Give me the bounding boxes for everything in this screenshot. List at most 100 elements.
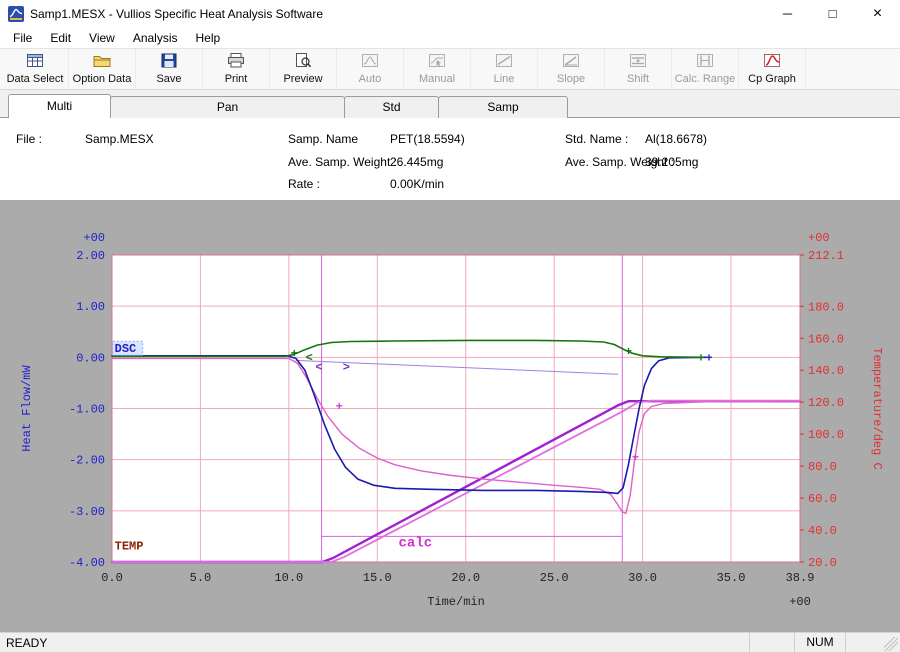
x-axis-tick-label: 5.0: [190, 571, 212, 585]
toolbar-button-label: Shift: [627, 73, 649, 85]
right-axis-tick-label: 140.0: [808, 364, 844, 378]
shift-icon: [627, 52, 649, 72]
maximize-button[interactable]: □: [810, 0, 855, 28]
line-icon: [493, 52, 515, 72]
window-title: Samp1.MESX - Vullios Specific Heat Analy…: [30, 0, 323, 28]
left-axis-tick-label: -2.00: [69, 454, 105, 468]
right-axis-tick-label: 60.0: [808, 492, 837, 506]
right-axis-exponent: +00: [808, 231, 830, 245]
status-num-indicator: NUM: [794, 633, 845, 652]
toolbar-button-preview[interactable]: Preview: [270, 49, 337, 89]
tab-strip: Multi Pan Std Samp: [8, 94, 567, 118]
rate-label: Rate :: [288, 177, 320, 191]
status-cell-empty-1: [749, 633, 794, 652]
menu-view[interactable]: View: [80, 29, 124, 47]
left-axis-tick-label: -4.00: [69, 556, 105, 570]
status-ready-text: READY: [0, 636, 749, 650]
toolbar-button-label: Option Data: [73, 73, 132, 85]
x-axis-tick-label: 25.0: [540, 571, 569, 585]
toolbar-button-calc-range: Calc. Range: [672, 49, 739, 89]
curve-label-calc: calc: [399, 536, 433, 552]
curve-label-dsc[interactable]: DSC: [115, 342, 137, 356]
calc-range-icon: [694, 52, 716, 72]
right-axis-tick-label: 212.1: [808, 249, 844, 263]
toolbar-button-save[interactable]: Save: [136, 49, 203, 89]
right-axis-tick-label: 40.0: [808, 524, 837, 538]
left-axis-tick-label: 1.00: [76, 300, 105, 314]
info-panel: File : Samp.MESX Samp. Name PET(18.5594)…: [0, 117, 900, 200]
cursor-marker[interactable]: +: [697, 351, 704, 365]
toolbar-button-auto: Auto: [337, 49, 404, 89]
samp-name-value: PET(18.5594): [390, 132, 465, 146]
x-axis-title: Time/min: [427, 595, 485, 609]
left-axis-tick-label: -3.00: [69, 505, 105, 519]
right-axis-tick-label: 160.0: [808, 332, 844, 346]
preview-magnifier-icon: [292, 52, 314, 72]
cursor-marker[interactable]: +: [705, 351, 712, 365]
chart-region: +<<>+++++DSCTEMPcalc2.001.000.00-1.00-2.…: [0, 200, 900, 632]
toolbar-button-line: Line: [471, 49, 538, 89]
toolbar-button-label: Calc. Range: [675, 73, 736, 85]
right-axis-title: Temperature/deg C: [870, 347, 884, 469]
cursor-marker[interactable]: +: [632, 451, 639, 465]
std-name-value: Al(18.6678): [645, 132, 707, 146]
x-axis-tick-label: 20.0: [451, 571, 480, 585]
cursor-marker[interactable]: >: [343, 361, 350, 375]
tab-multi[interactable]: Multi: [8, 94, 111, 118]
x-axis-exponent: +00: [789, 595, 811, 609]
left-axis-tick-label: 2.00: [76, 249, 105, 263]
tab-std[interactable]: Std: [344, 96, 439, 118]
resize-grip-icon[interactable]: [884, 637, 898, 651]
toolbar-button-shift: Shift: [605, 49, 672, 89]
cursor-marker[interactable]: <: [315, 361, 322, 375]
toolbar-button-label: Manual: [419, 73, 455, 85]
minimize-button[interactable]: ─: [765, 0, 810, 28]
samp-name-label: Samp. Name: [288, 132, 358, 146]
toolbar-button-label: Line: [494, 73, 515, 85]
left-axis-tick-label: -1.00: [69, 403, 105, 417]
left-axis-title: Heat Flow/mW: [20, 364, 34, 451]
menu-edit[interactable]: Edit: [41, 29, 80, 47]
printer-icon: [225, 52, 247, 72]
toolbar-button-print[interactable]: Print: [203, 49, 270, 89]
toolbar-button-cp-graph[interactable]: Cp Graph: [739, 49, 806, 89]
toolbar-button-label: Auto: [359, 73, 382, 85]
manual-cursor-icon: [426, 52, 448, 72]
close-button[interactable]: ×: [855, 0, 900, 28]
menu-file[interactable]: File: [4, 29, 41, 47]
menu-analysis[interactable]: Analysis: [124, 29, 187, 47]
right-axis-tick-label: 80.0: [808, 460, 837, 474]
right-axis-tick-label: 20.0: [808, 556, 837, 570]
toolbar-button-manual: Manual: [404, 49, 471, 89]
floppy-disk-icon: [158, 52, 180, 72]
status-bar: READY NUM: [0, 632, 900, 652]
toolbar: Data Select Option Data Save Print Previ…: [0, 49, 900, 90]
app-icon: [8, 6, 24, 22]
toolbar-button-label: Slope: [557, 73, 585, 85]
cursor-marker[interactable]: +: [625, 345, 632, 359]
x-axis-tick-label: 30.0: [628, 571, 657, 585]
menu-help[interactable]: Help: [187, 29, 230, 47]
toolbar-button-option-data[interactable]: Option Data: [69, 49, 136, 89]
cp-graph-icon: [761, 52, 783, 72]
toolbar-button-data-select[interactable]: Data Select: [2, 49, 69, 89]
cursor-marker[interactable]: <: [306, 351, 313, 365]
toolbar-button-label: Save: [156, 73, 181, 85]
tab-samp[interactable]: Samp: [438, 96, 568, 118]
file-label: File :: [16, 132, 42, 146]
left-axis-tick-label: 0.00: [76, 351, 105, 365]
toolbar-button-label: Data Select: [7, 73, 64, 85]
x-axis-tick-label: 38.9: [786, 571, 815, 585]
cursor-marker[interactable]: +: [336, 400, 343, 414]
cursor-marker[interactable]: +: [291, 347, 298, 361]
x-axis-tick-label: 10.0: [274, 571, 303, 585]
tab-pan[interactable]: Pan: [110, 96, 345, 118]
x-axis-tick-label: 0.0: [101, 571, 123, 585]
toolbar-button-label: Preview: [283, 73, 322, 85]
x-axis-tick-label: 35.0: [717, 571, 746, 585]
right-axis-tick-label: 100.0: [808, 428, 844, 442]
samp-weight-label: Ave. Samp. Weight :: [288, 155, 397, 169]
chart-canvas: +<<>+++++DSCTEMPcalc2.001.000.00-1.00-2.…: [0, 200, 900, 632]
curve-label-temp[interactable]: TEMP: [115, 540, 144, 554]
title-bar[interactable]: Samp1.MESX - Vullios Specific Heat Analy…: [0, 0, 900, 28]
